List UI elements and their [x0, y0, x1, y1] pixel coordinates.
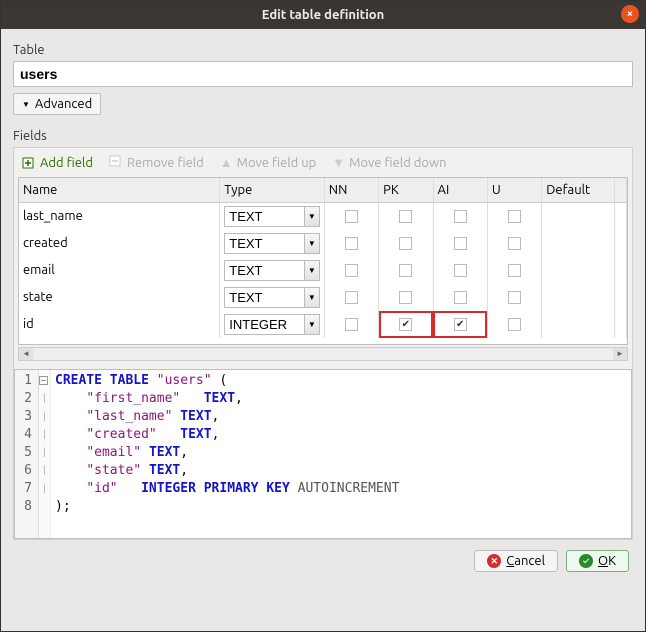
- checkbox[interactable]: [508, 264, 521, 277]
- default-cell[interactable]: [542, 257, 615, 284]
- scroll-right-icon[interactable]: ►: [613, 348, 627, 360]
- add-field-button[interactable]: Add field: [22, 156, 93, 170]
- add-icon: [22, 156, 36, 170]
- checkbox[interactable]: [345, 237, 358, 250]
- move-up-button: ▲ Move field up: [220, 155, 317, 170]
- type-dropdown[interactable]: ▼: [304, 314, 320, 335]
- checkbox[interactable]: [508, 318, 521, 331]
- type-input[interactable]: [224, 314, 304, 335]
- cancel-button[interactable]: ✕ Cancel: [474, 550, 558, 572]
- window-title: Edit table definition: [262, 8, 385, 22]
- chevron-down-icon: ▼: [22, 100, 30, 109]
- checkbox[interactable]: [399, 291, 412, 304]
- col-default[interactable]: Default: [542, 178, 615, 202]
- table-row[interactable]: email ▼: [19, 257, 627, 284]
- default-cell[interactable]: [542, 284, 615, 311]
- checkbox[interactable]: [454, 210, 467, 223]
- checkbox[interactable]: [345, 318, 358, 331]
- checkbox[interactable]: [454, 264, 467, 277]
- cancel-icon: ✕: [487, 554, 501, 568]
- scroll-left-icon[interactable]: ◄: [19, 348, 33, 360]
- type-dropdown[interactable]: ▼: [304, 287, 320, 308]
- chevron-down-icon: ▼: [332, 155, 345, 170]
- type-input[interactable]: [224, 233, 304, 254]
- type-dropdown[interactable]: ▼: [304, 260, 320, 281]
- checkbox[interactable]: [345, 264, 358, 277]
- checkbox[interactable]: [399, 210, 412, 223]
- checkbox[interactable]: [508, 210, 521, 223]
- checkbox[interactable]: ✔: [454, 318, 467, 331]
- type-dropdown[interactable]: ▼: [304, 206, 320, 227]
- ok-button[interactable]: ✓ OK: [566, 550, 629, 572]
- table-name-input[interactable]: [13, 61, 633, 87]
- type-dropdown[interactable]: ▼: [304, 233, 320, 254]
- table-row[interactable]: last_name ▼: [19, 202, 627, 230]
- checkbox[interactable]: [454, 237, 467, 250]
- default-cell[interactable]: [542, 202, 615, 230]
- titlebar: Edit table definition ×: [1, 1, 645, 29]
- type-input[interactable]: [224, 260, 304, 281]
- checkbox[interactable]: [399, 237, 412, 250]
- fields-panel: Add field Remove field ▲ Move field up ▼…: [13, 147, 633, 540]
- col-pk[interactable]: PK: [379, 178, 433, 202]
- checkbox[interactable]: [508, 291, 521, 304]
- close-icon[interactable]: ×: [621, 5, 639, 23]
- remove-icon: [109, 154, 123, 171]
- default-cell[interactable]: [542, 230, 615, 257]
- sql-editor[interactable]: 12345678 −││││││ CREATE TABLE "users" ( …: [14, 369, 632, 539]
- field-name[interactable]: email: [19, 257, 220, 284]
- field-name[interactable]: id: [19, 311, 220, 338]
- field-name[interactable]: state: [19, 284, 220, 311]
- ok-icon: ✓: [579, 554, 593, 568]
- move-down-button: ▼ Move field down: [332, 155, 446, 170]
- checkbox[interactable]: [454, 291, 467, 304]
- chevron-up-icon: ▲: [220, 155, 233, 170]
- advanced-toggle[interactable]: ▼ Advanced: [13, 93, 101, 115]
- table-label: Table: [13, 43, 633, 57]
- vscroll-head: [615, 178, 627, 202]
- default-cell[interactable]: [542, 311, 615, 338]
- horizontal-scrollbar[interactable]: ◄ ►: [18, 347, 628, 361]
- type-input[interactable]: [224, 206, 304, 227]
- field-name[interactable]: last_name: [19, 202, 220, 230]
- field-name[interactable]: created: [19, 230, 220, 257]
- col-ai[interactable]: AI: [433, 178, 487, 202]
- table-row[interactable]: created ▼: [19, 230, 627, 257]
- checkbox[interactable]: ✔: [399, 318, 412, 331]
- table-row[interactable]: state ▼: [19, 284, 627, 311]
- col-name[interactable]: Name: [19, 178, 220, 202]
- checkbox[interactable]: [399, 264, 412, 277]
- type-input[interactable]: [224, 287, 304, 308]
- col-nn[interactable]: NN: [324, 178, 378, 202]
- fields-label: Fields: [13, 129, 633, 143]
- col-type[interactable]: Type: [220, 178, 325, 202]
- checkbox[interactable]: [345, 291, 358, 304]
- checkbox[interactable]: [508, 237, 521, 250]
- table-row[interactable]: id ▼ ✔ ✔: [19, 311, 627, 338]
- fields-table: Name Type NN PK AI U Default last_name▼c…: [19, 178, 627, 338]
- remove-field-button: Remove field: [109, 154, 204, 171]
- checkbox[interactable]: [345, 210, 358, 223]
- col-u[interactable]: U: [487, 178, 541, 202]
